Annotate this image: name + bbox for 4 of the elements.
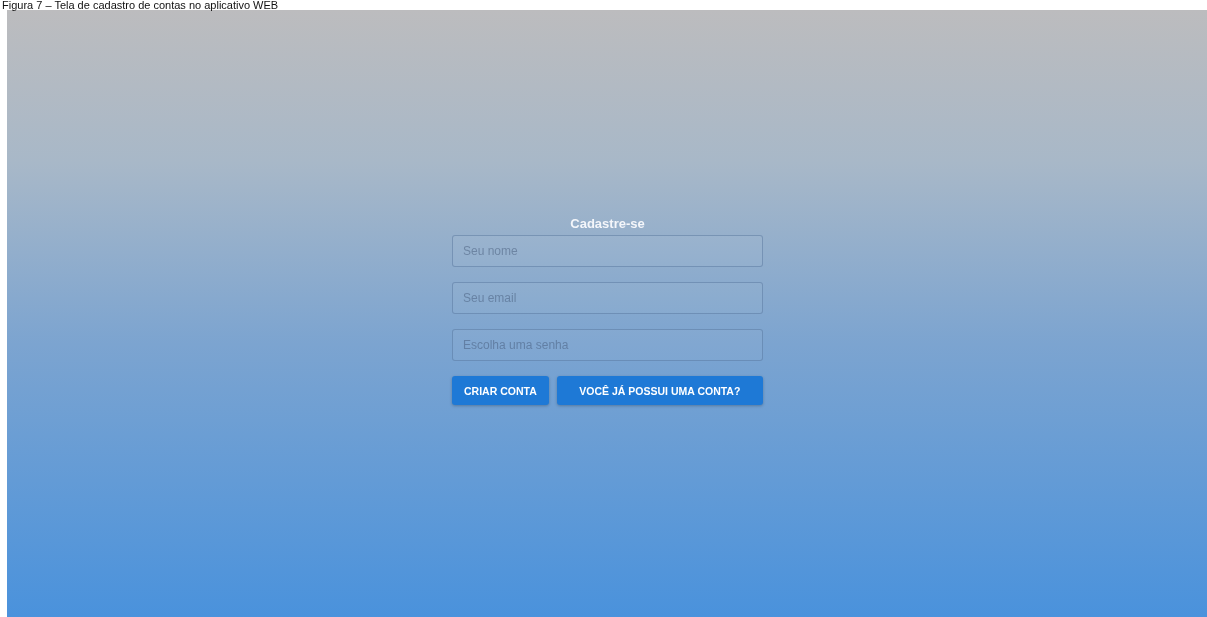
create-account-button[interactable]: CRIAR CONTA [452,376,549,405]
login-link-button[interactable]: VOCÊ JÁ POSSUI UMA CONTA? [556,376,763,405]
form-title: Cadastre-se [570,216,645,231]
figure-caption: Figura 7 – Tela de cadastro de contas no aplicativo WEB [1,0,280,10]
